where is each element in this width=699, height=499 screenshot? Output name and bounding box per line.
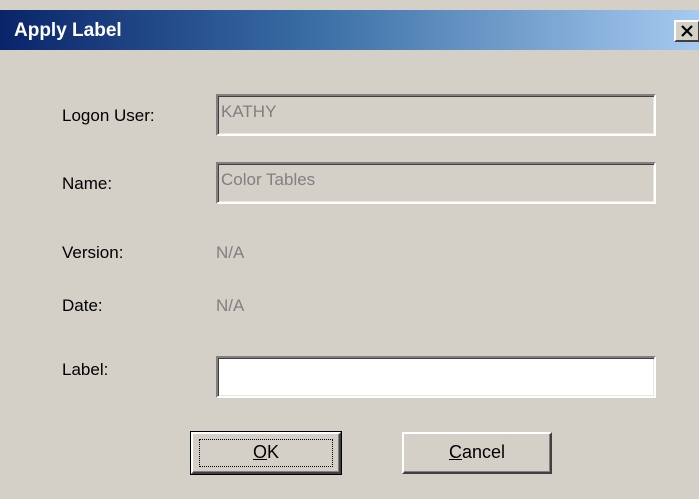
- label-input[interactable]: [216, 356, 656, 398]
- cancel-mnemonic: C: [448, 442, 462, 462]
- label-label: Label:: [62, 360, 109, 379]
- logon-user-field: KATHY: [216, 94, 656, 136]
- version-label: Version:: [62, 243, 124, 262]
- date-value: N/A: [216, 296, 245, 315]
- name-label: Name:: [62, 174, 113, 193]
- focus-rectangle: [199, 439, 333, 467]
- cancel-label-rest: ancel: [461, 442, 506, 462]
- title-bar[interactable]: Apply Label: [0, 10, 699, 50]
- close-icon[interactable]: [674, 20, 699, 42]
- ok-button[interactable]: OK: [190, 431, 342, 475]
- dialog-title: Apply Label: [14, 20, 122, 41]
- date-label: Date:: [62, 296, 103, 315]
- logon-user-label: Logon User:: [62, 106, 155, 125]
- name-field: Color Tables: [216, 162, 656, 204]
- cancel-button[interactable]: Cancel: [402, 432, 552, 474]
- apply-label-dialog: Apply Label Logon User: KATHY Name: Colo…: [0, 0, 699, 499]
- version-value: N/A: [216, 243, 245, 262]
- close-x-glyph: [681, 25, 693, 37]
